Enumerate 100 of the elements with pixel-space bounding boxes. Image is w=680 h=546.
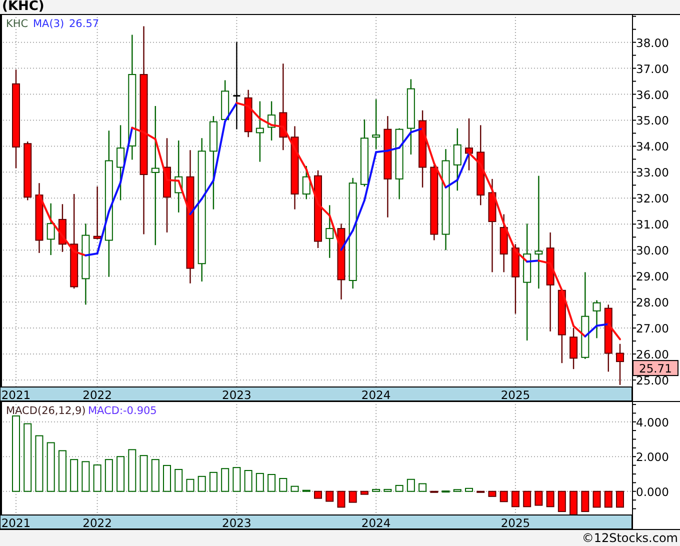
histogram-bar xyxy=(174,468,183,492)
axis-label: 33.00 xyxy=(636,166,669,180)
histogram-bar xyxy=(465,488,473,492)
year-label: 2022 xyxy=(82,516,112,530)
histogram-bar xyxy=(360,490,368,495)
axis-label: 4.000 xyxy=(636,415,669,430)
year-label: 2024 xyxy=(361,516,391,530)
candlestick xyxy=(604,304,612,372)
histogram-bar xyxy=(442,490,450,493)
histogram-bar xyxy=(186,478,194,492)
histogram-bar xyxy=(430,490,438,493)
year-label: 2023 xyxy=(222,388,252,401)
histogram-bar xyxy=(58,450,66,492)
candlestick xyxy=(174,140,183,212)
candlestick xyxy=(221,80,230,120)
histogram-bar xyxy=(558,490,566,512)
histogram-bar xyxy=(546,490,554,508)
histogram-bar xyxy=(302,490,310,492)
histogram-bar xyxy=(500,490,508,502)
candlestick xyxy=(360,119,368,186)
histogram-bar xyxy=(453,489,462,492)
year-label: 2025 xyxy=(500,516,530,530)
candlestick xyxy=(268,101,276,140)
histogram-bar xyxy=(395,484,404,492)
histogram-bar xyxy=(290,486,299,492)
year-label: 2021 xyxy=(1,516,31,530)
axis-label: 31.00 xyxy=(636,218,669,232)
candlestick xyxy=(500,214,508,272)
legend-value: 26.57 xyxy=(69,18,100,30)
year-label: 2024 xyxy=(361,388,391,401)
candlestick xyxy=(35,183,44,253)
histogram-bar xyxy=(70,459,78,492)
histogram-bar xyxy=(221,468,230,492)
axis-label: 37.00 xyxy=(636,62,669,76)
candlestick xyxy=(256,101,264,162)
histogram-bar xyxy=(279,478,288,492)
axis-label: 28.00 xyxy=(636,296,669,310)
histogram-bar xyxy=(488,490,496,497)
axis-label: 29.00 xyxy=(636,270,669,284)
histogram-bar xyxy=(82,461,90,492)
axis-label: 34.00 xyxy=(636,140,669,154)
histogram-bar xyxy=(163,464,171,492)
histogram-bar xyxy=(372,488,380,492)
histogram-bar xyxy=(256,472,264,492)
axis-label: 35.00 xyxy=(636,114,669,128)
axis-label: 27.00 xyxy=(636,322,669,336)
histogram-bar xyxy=(326,490,334,502)
axis-label: 2.000 xyxy=(636,450,669,464)
chart-title: (KHC) xyxy=(2,0,44,14)
histogram-bar xyxy=(198,476,206,492)
histogram-bar xyxy=(268,474,276,492)
candlestick xyxy=(46,203,55,256)
histogram-bar xyxy=(116,456,125,492)
candlestick xyxy=(93,186,102,240)
histogram-bar xyxy=(570,490,578,516)
candlestick xyxy=(465,118,473,170)
candlestick xyxy=(616,344,624,385)
candlestick xyxy=(511,244,520,314)
candlestick xyxy=(244,90,252,138)
histogram-bar xyxy=(314,490,322,499)
histogram-bar xyxy=(151,459,160,492)
histogram-bar xyxy=(209,472,218,492)
histogram-bar xyxy=(511,490,520,508)
year-label: 2023 xyxy=(222,516,252,530)
copyright-text: ©12Stocks.com xyxy=(582,531,678,545)
histogram-bar xyxy=(476,490,485,493)
year-label: 2021 xyxy=(1,388,31,401)
axis-label: 0.000 xyxy=(636,484,669,499)
year-label: 2022 xyxy=(82,388,112,401)
candlestick xyxy=(326,205,334,258)
candlestick xyxy=(58,204,66,252)
axis-label: 38.00 xyxy=(636,36,669,50)
histogram-bar xyxy=(140,455,148,492)
histogram-bar xyxy=(104,459,113,492)
histogram-bar xyxy=(523,490,532,508)
axis-label: 32.00 xyxy=(636,192,669,206)
histogram-bar xyxy=(93,464,102,492)
candlestick xyxy=(395,128,404,200)
histogram-bar xyxy=(337,490,346,508)
histogram-bar xyxy=(418,483,427,492)
histogram-bar xyxy=(534,490,543,506)
histogram-bar xyxy=(348,490,357,503)
histogram-bar xyxy=(604,490,612,508)
candlestick xyxy=(570,328,578,370)
legend-symbol: KHC xyxy=(6,18,28,30)
candlestick xyxy=(453,128,462,191)
candlestick xyxy=(592,300,601,338)
histogram-bar xyxy=(384,488,392,492)
axis-label: 30.00 xyxy=(636,244,669,258)
candlestick xyxy=(302,166,310,200)
year-label: 2025 xyxy=(500,388,530,401)
legend-value: MACD:-0.905 xyxy=(88,405,157,417)
legend-indicator: MA(3) xyxy=(33,18,64,30)
histogram-bar xyxy=(232,467,241,492)
last-price-badge: 25.71 xyxy=(632,360,678,376)
histogram-bar xyxy=(46,442,55,492)
histogram-bar xyxy=(128,449,136,492)
candlestick xyxy=(372,99,380,150)
legend-indicator: MACD(26,12,9) xyxy=(6,405,86,417)
histogram-bar xyxy=(35,435,44,492)
